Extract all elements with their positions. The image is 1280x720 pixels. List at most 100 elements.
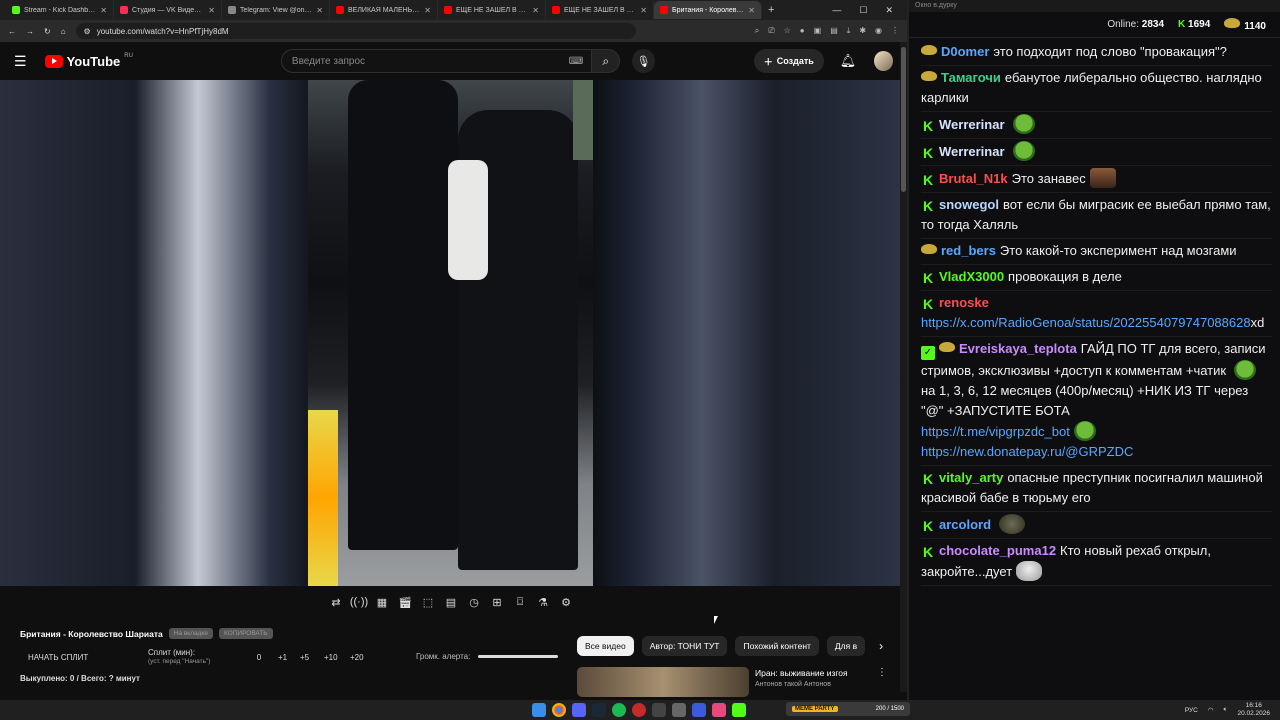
zoom-icon[interactable]: ⌕: [755, 26, 759, 36]
chat-username[interactable]: Brutal_N1k: [939, 171, 1008, 186]
extension-icon[interactable]: ●: [800, 26, 805, 36]
scrollbar-thumb[interactable]: [901, 47, 906, 192]
steam-icon[interactable]: [592, 703, 606, 717]
clock[interactable]: 16:16 20.02.2026: [1237, 702, 1270, 718]
split-plus-20-button[interactable]: +20: [350, 653, 376, 662]
extensions-puzzle-icon[interactable]: ✱: [859, 26, 866, 36]
chip-all-videos[interactable]: Все видео: [577, 636, 634, 656]
chrome-icon[interactable]: [552, 703, 566, 717]
chat-link[interactable]: https://new.donatepay.ru/@GRPZDC: [921, 444, 1133, 459]
create-button[interactable]: ＋ Создать: [753, 49, 824, 73]
app-icon[interactable]: [692, 703, 706, 717]
chat-username[interactable]: Werrerinar: [939, 144, 1005, 159]
app-icon[interactable]: [632, 703, 646, 717]
video-player[interactable]: [0, 80, 900, 586]
chat-link[interactable]: https://t.me/vipgrpzdc_bot: [921, 424, 1070, 439]
split-plus-10-button[interactable]: +10: [324, 653, 350, 662]
page-scrollbar[interactable]: [900, 42, 907, 692]
chat-username[interactable]: chocolate_puma12: [939, 543, 1056, 558]
chat-username[interactable]: snowegol: [939, 197, 999, 212]
chat-username[interactable]: arcolord: [939, 517, 991, 532]
tab-close-icon[interactable]: ✕: [748, 6, 755, 15]
speed-icon[interactable]: ◷: [466, 594, 482, 610]
browser-tab[interactable]: Telegram: View @one_big_...✕: [222, 1, 330, 19]
add-box-icon[interactable]: ⊞: [489, 594, 505, 610]
rec-title[interactable]: Иран: выживание изгоя: [755, 667, 848, 679]
copy-button[interactable]: КОПИРОВАТЬ: [218, 628, 273, 639]
minimize-icon[interactable]: —: [832, 5, 841, 16]
browser-tab[interactable]: ЕЩЕ НЕ ЗАШЕЛ В MAX, А Д...✕: [546, 1, 654, 19]
tab-pill[interactable]: На вкладке: [168, 628, 213, 639]
chip-for-you[interactable]: Для в: [826, 636, 866, 656]
tab-close-icon[interactable]: ✕: [208, 6, 215, 15]
bookmark-star-icon[interactable]: ☆: [784, 26, 791, 36]
browser-tab[interactable]: ЕЩЕ НЕ ЗАШЕЛ В MAX, А Д...✕: [438, 1, 546, 19]
flask-icon[interactable]: ⚗: [535, 594, 551, 610]
forward-icon[interactable]: →: [26, 27, 34, 36]
avatar[interactable]: [874, 51, 893, 71]
profile-icon[interactable]: ◉: [875, 26, 882, 36]
back-icon[interactable]: ←: [8, 27, 16, 36]
reload-icon[interactable]: ↻: [44, 27, 51, 36]
browser-tab[interactable]: Студия — VK Видео Live ✕: [114, 1, 222, 19]
app-icon[interactable]: [652, 703, 666, 717]
tab-close-icon[interactable]: ✕: [532, 6, 539, 15]
spotify-icon[interactable]: [612, 703, 626, 717]
chat-username[interactable]: renoske: [939, 295, 989, 310]
tab-close-icon[interactable]: ✕: [316, 6, 323, 15]
chat-username[interactable]: vitaly_arty: [939, 470, 1003, 485]
extension-icon[interactable]: ▣: [814, 26, 822, 36]
chat-username[interactable]: Evreiskaya_teplota: [959, 341, 1077, 356]
filter-icon[interactable]: ▦: [374, 594, 390, 610]
split-value[interactable]: 0: [244, 653, 274, 662]
tab-close-icon[interactable]: ✕: [424, 6, 431, 15]
volume-icon[interactable]: 🔈︎: [1224, 706, 1228, 714]
split-plus-5-button[interactable]: +5: [300, 653, 324, 662]
chat-username[interactable]: red_bers: [941, 243, 996, 258]
chevron-right-icon[interactable]: ›: [879, 636, 883, 656]
close-icon[interactable]: ✕: [885, 5, 893, 16]
notifications-bell-icon[interactable]: 🔔︎: [840, 53, 857, 69]
chat-username[interactable]: Тамагочи: [941, 70, 1001, 85]
app-icon[interactable]: [712, 703, 726, 717]
chat-link[interactable]: https://x.com/RadioGenoa/status/20225540…: [921, 315, 1251, 330]
browser-tab[interactable]: Stream - Kick Dashboard ✕: [6, 1, 114, 19]
browser-tab[interactable]: ВЕЛИКАЯ МАЛЕНЬКАЯ БРИ... ✕: [330, 1, 438, 19]
split-plus-1-button[interactable]: +1: [278, 653, 300, 662]
hamburger-menu-icon[interactable]: ☰: [14, 53, 27, 70]
search-button[interactable]: ⌕: [592, 49, 621, 73]
search-input[interactable]: Введите запрос ⌨: [280, 49, 593, 73]
resize-icon[interactable]: ⬚: [420, 594, 436, 610]
download-icon[interactable]: ⤓: [847, 26, 851, 36]
discord-icon[interactable]: [572, 703, 586, 717]
start-windows-icon[interactable]: [532, 703, 546, 717]
voice-search-button[interactable]: 🎙: [632, 49, 655, 73]
extension-icon[interactable]: ▤: [830, 26, 838, 36]
maximize-icon[interactable]: ☐: [859, 5, 867, 16]
start-split-button[interactable]: НАЧАТЬ СПЛИТ: [28, 653, 148, 662]
alert-volume-slider[interactable]: [478, 655, 559, 658]
browser-tab[interactable]: Британия - Королевство ✕: [654, 1, 762, 19]
wifi-icon[interactable]: ◠: [1208, 706, 1214, 714]
clapper-icon[interactable]: 🎬︎: [397, 594, 413, 610]
camera-icon[interactable]: ⌼: [512, 594, 528, 610]
youtube-logo[interactable]: YouTube RU: [44, 53, 133, 69]
chip-author[interactable]: Автор: ТОНИ ТУТ: [641, 636, 728, 656]
loop-icon[interactable]: ⇄: [328, 594, 344, 610]
site-info-icon[interactable]: ⚙: [84, 27, 91, 36]
audio-icon[interactable]: ((·)): [350, 594, 368, 610]
language-indicator[interactable]: РУС: [1185, 707, 1198, 714]
app-icon[interactable]: [672, 703, 686, 717]
rec-channel[interactable]: Антонов такой Антонов: [755, 679, 848, 691]
settings-gear-icon[interactable]: ⚙: [558, 594, 574, 610]
menu-dots-icon[interactable]: ⋮: [891, 26, 899, 36]
video-thumbnail[interactable]: [577, 667, 749, 697]
url-field[interactable]: ⚙ youtube.com/watch?v=HnPfTjHy8dM: [75, 23, 636, 39]
chat-username[interactable]: D0omer: [941, 44, 989, 59]
tab-close-icon[interactable]: ✕: [100, 6, 107, 15]
chat-username[interactable]: VladX3000: [939, 269, 1004, 284]
home-icon[interactable]: ⌂: [61, 27, 66, 36]
chat-username[interactable]: Werrerinar: [939, 117, 1005, 132]
new-tab-icon[interactable]: +: [768, 4, 774, 16]
keyboard-icon[interactable]: ⌨: [569, 56, 583, 67]
